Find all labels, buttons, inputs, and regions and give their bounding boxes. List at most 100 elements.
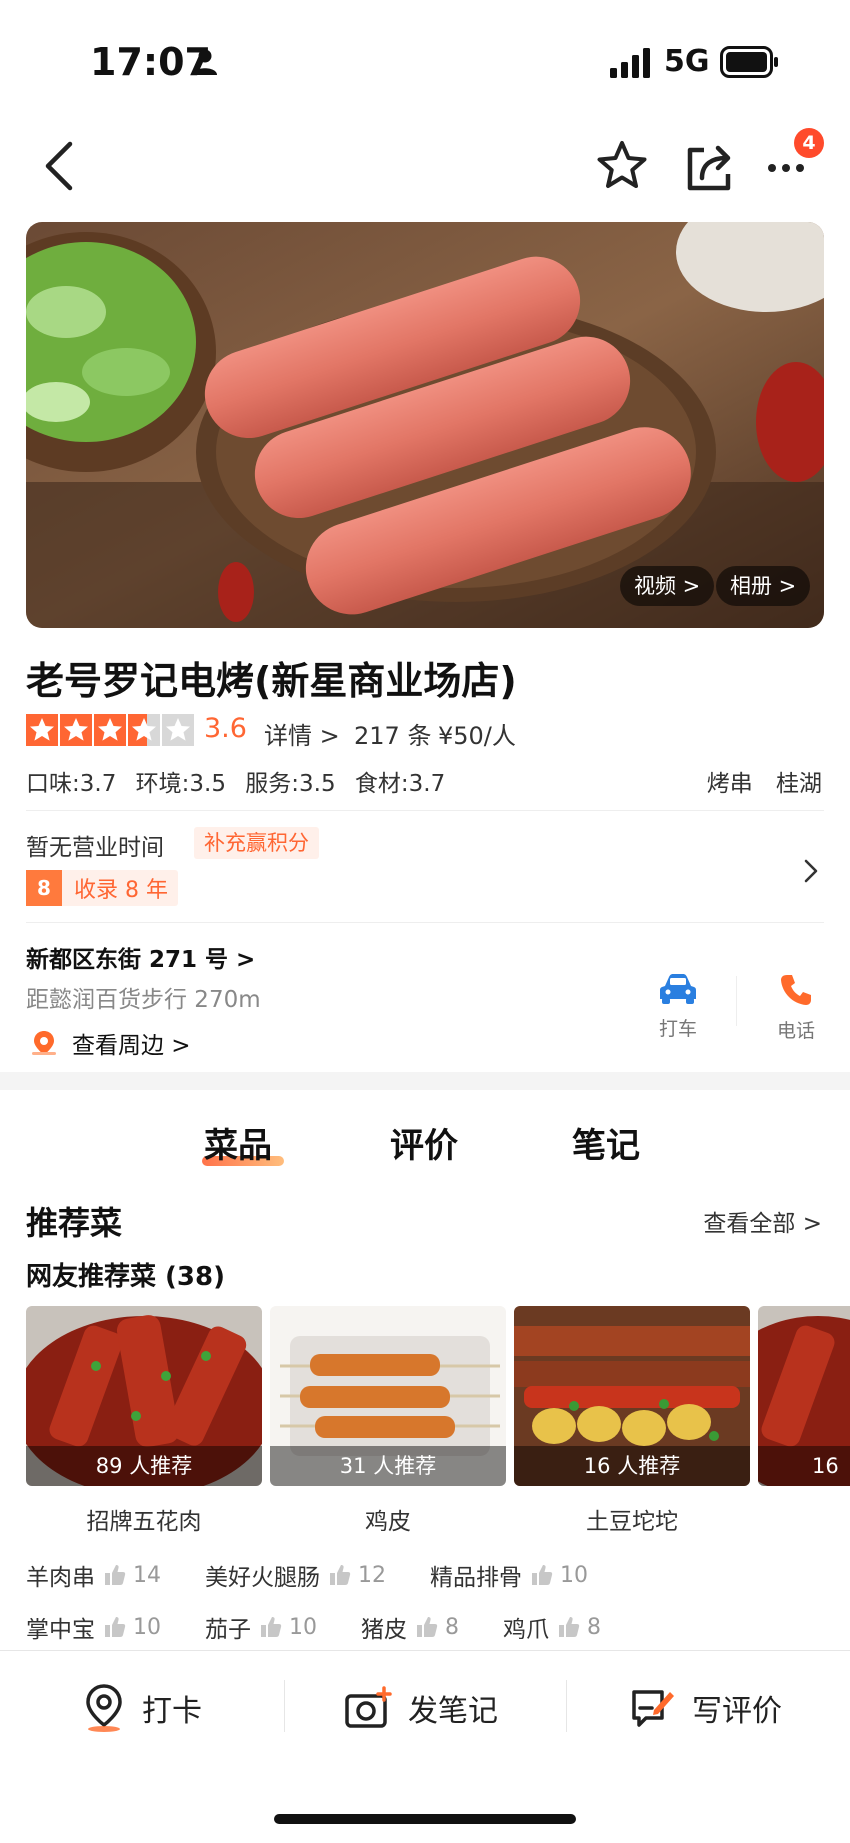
- rating-stars: [26, 714, 194, 746]
- star-icon: [166, 718, 190, 741]
- shop-tags: 烤串 桂湖: [691, 764, 822, 798]
- dish-card[interactable]: 16 人推荐 土豆坨坨: [514, 1306, 750, 1536]
- mini-dish-count: 8: [445, 1614, 459, 1640]
- tab-dishes[interactable]: 菜品: [204, 1118, 272, 1167]
- rating-star: [94, 714, 126, 746]
- section-gap: [0, 1072, 850, 1090]
- average-price: ¥50/人: [438, 722, 516, 750]
- score-service: 服务:3.5: [245, 771, 336, 797]
- tab-notes[interactable]: 笔记: [572, 1118, 640, 1167]
- dish-badge: 31 人推荐: [270, 1446, 506, 1486]
- battery-icon: [720, 46, 778, 78]
- see-all-link[interactable]: 查看全部 >: [703, 1204, 822, 1238]
- taxi-label: 打车: [658, 1018, 697, 1040]
- post-note-label: 发笔记: [408, 1694, 498, 1729]
- post-note-button[interactable]: 发笔记: [344, 1680, 498, 1736]
- rating-star: [128, 714, 160, 746]
- dish-image: 16 人推荐: [514, 1306, 750, 1486]
- share-icon[interactable]: [684, 138, 736, 194]
- map-pin-icon: [86, 1684, 122, 1732]
- chevron-right-icon[interactable]: [802, 856, 820, 886]
- phone-button[interactable]: 电话: [756, 972, 836, 1043]
- tag-category[interactable]: 烤串: [707, 771, 753, 797]
- rating-score: 3.6: [204, 713, 247, 744]
- nearby-label: 查看周边 >: [72, 1033, 191, 1059]
- dish-badge: 89 人推荐: [26, 1446, 262, 1486]
- star-icon: [64, 718, 88, 741]
- years-icon: 8: [26, 870, 62, 906]
- rating-star: [60, 714, 92, 746]
- mini-dish-item[interactable]: 羊肉串 14: [26, 1558, 161, 1592]
- nearby-link[interactable]: 查看周边 >: [30, 1026, 191, 1060]
- dish-card[interactable]: 16: [758, 1306, 850, 1486]
- sausage-photo: [26, 222, 824, 628]
- star-icon: [98, 718, 122, 741]
- thumb-up-icon: [105, 1565, 126, 1585]
- hero-image[interactable]: [26, 222, 824, 628]
- star-icon: [132, 718, 156, 741]
- detail-link[interactable]: 详情 >: [264, 716, 340, 751]
- thumb-up-icon: [559, 1617, 580, 1637]
- mini-dish-count: 10: [133, 1614, 161, 1640]
- star-outline-icon[interactable]: [594, 138, 650, 194]
- mini-dish-name: 羊肉串: [26, 1565, 95, 1591]
- score-taste: 口味:3.7: [26, 771, 117, 797]
- thumb-up-icon: [330, 1565, 351, 1585]
- signal-icon: [610, 48, 650, 78]
- rating-star: [26, 714, 58, 746]
- mini-dish-name: 精品排骨: [430, 1565, 522, 1591]
- thumb-up-icon: [105, 1617, 126, 1637]
- bottom-separator: [566, 1680, 567, 1732]
- action-separator: [736, 976, 737, 1026]
- distance-text: 距懿润百货步行 270m: [26, 987, 261, 1013]
- checkin-button[interactable]: 打卡: [82, 1680, 202, 1736]
- star-icon: [30, 718, 54, 741]
- tab-reviews[interactable]: 评价: [390, 1118, 458, 1167]
- mini-dish-name: 猪皮: [361, 1617, 407, 1643]
- camera-plus-icon: [345, 1686, 392, 1728]
- mini-dish-item[interactable]: 茄子 10: [205, 1610, 317, 1644]
- back-arrow-icon[interactable]: [40, 138, 80, 194]
- review-count[interactable]: 217 条: [354, 716, 431, 751]
- shop-address[interactable]: 新都区东街 271 号 >: [26, 940, 255, 974]
- mini-dish-name: 茄子: [205, 1617, 251, 1643]
- tag-area[interactable]: 桂湖: [776, 771, 822, 797]
- mini-dish-count: 10: [289, 1614, 317, 1640]
- write-review-button[interactable]: 写评价: [630, 1680, 782, 1736]
- divider: [26, 810, 824, 811]
- thumb-up-icon: [417, 1617, 438, 1637]
- mini-dish-name: 掌中宝: [26, 1617, 95, 1643]
- mini-dish-count: 8: [587, 1614, 601, 1640]
- mini-dish-item[interactable]: 掌中宝 10: [26, 1610, 161, 1644]
- thumb-up-icon: [261, 1617, 282, 1637]
- mini-dish-count: 10: [560, 1562, 588, 1588]
- taxi-button[interactable]: 打车: [638, 972, 718, 1041]
- mini-dish-row: 掌中宝 10 茄子 10 猪皮 8 鸡爪 8: [26, 1610, 601, 1644]
- bottom-separator: [284, 1680, 285, 1732]
- dish-card[interactable]: 89 人推荐 招牌五花肉: [26, 1306, 262, 1536]
- home-indicator[interactable]: [274, 1814, 576, 1824]
- mini-dish-item[interactable]: 精品排骨 10: [430, 1558, 588, 1592]
- mini-dish-name: 鸡爪: [503, 1617, 549, 1643]
- mini-dish-count: 14: [133, 1562, 161, 1588]
- dish-image: 89 人推荐: [26, 1306, 262, 1486]
- score-environment: 环境:3.5: [135, 771, 226, 797]
- mini-dish-item[interactable]: 鸡爪 8: [503, 1610, 601, 1644]
- divider: [26, 922, 824, 923]
- mini-dish-item[interactable]: 猪皮 8: [361, 1610, 459, 1644]
- phone-icon: [781, 975, 811, 1005]
- mini-dish-count: 12: [358, 1562, 386, 1588]
- album-button[interactable]: 相册 >: [716, 566, 811, 606]
- dish-badge: 16: [758, 1446, 850, 1486]
- points-tag[interactable]: 补充赢积分: [194, 827, 319, 859]
- years-label: 收录 8 年: [74, 878, 168, 903]
- mini-dish-item[interactable]: 美好火腿肠 12: [205, 1558, 386, 1592]
- phone-label: 电话: [776, 1020, 815, 1042]
- dish-card[interactable]: 31 人推荐 鸡皮: [270, 1306, 506, 1536]
- dish-image: 16: [758, 1306, 850, 1486]
- car-icon: [660, 974, 696, 1004]
- business-hours: 暂无营业时间: [26, 835, 164, 861]
- video-button[interactable]: 视频 >: [620, 566, 715, 606]
- sub-scores: 口味:3.7 环境:3.5 服务:3.5 食材:3.7: [26, 764, 457, 798]
- mini-dish-name: 美好火腿肠: [205, 1565, 320, 1591]
